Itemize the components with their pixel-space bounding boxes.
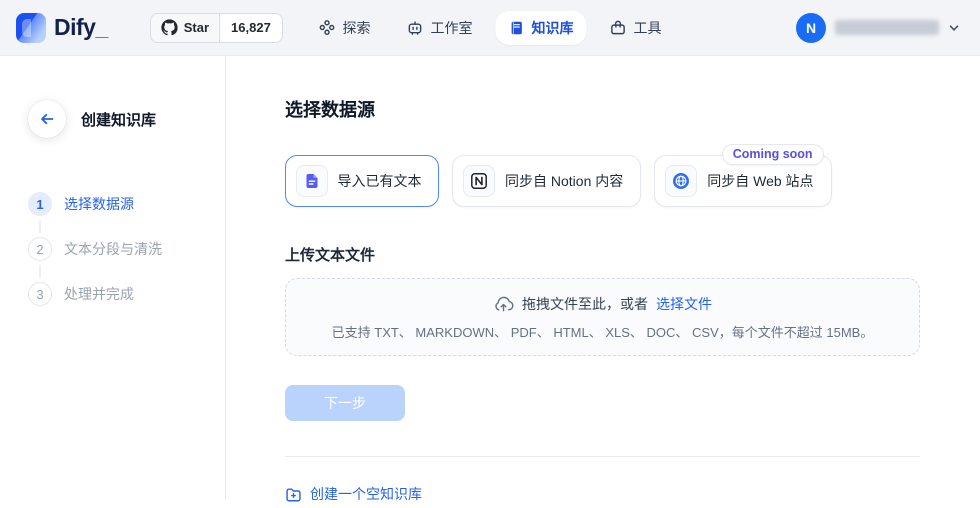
nav-label: 知识库 [531, 19, 574, 36]
icon-box [463, 165, 495, 197]
github-star-button[interactable]: Star [151, 13, 221, 42]
nav-item-knowledge[interactable]: 知识库 [495, 10, 587, 45]
step-item-2: 2 文本分段与清洗 [28, 237, 225, 261]
create-kb-sidebar: 创建知识库 1 选择数据源 2 文本分段与清洗 3 处理并完成 [0, 56, 226, 499]
step-number: 2 [28, 237, 52, 261]
dropzone-instruction: 拖拽文件至此，或者 选择文件 [493, 294, 712, 315]
knowledge-icon [509, 20, 525, 36]
chevron-down-icon [948, 22, 960, 34]
source-card-import-text[interactable]: 导入已有文本 [285, 155, 439, 207]
page-body: 创建知识库 1 选择数据源 2 文本分段与清洗 3 处理并完成 选择数据源 导入… [0, 56, 980, 502]
tools-icon [610, 19, 627, 36]
supported-formats-hint: 已支持 TXT、 MARKDOWN、 PDF、 HTML、 XLS、 DOC、 … [331, 324, 874, 340]
globe-icon [672, 172, 690, 190]
dify-app: Dify_ Star 16,827 探索 工作室 知识库 工具 N 创建知识库 … [0, 0, 980, 502]
step-item-3: 3 处理并完成 [28, 282, 225, 306]
source-card-label: 导入已有文本 [337, 173, 422, 189]
step-label: 文本分段与清洗 [64, 241, 162, 257]
step-number: 3 [28, 282, 52, 306]
main-nav: 探索 工作室 知识库 工具 [306, 10, 675, 45]
page-title: 创建知识库 [81, 111, 157, 129]
section-heading: 选择数据源 [285, 100, 375, 120]
github-icon [161, 19, 178, 36]
explore-icon [319, 19, 336, 36]
github-star-label: Star [183, 20, 210, 35]
step-connector [39, 220, 41, 233]
avatar[interactable]: N [796, 12, 826, 43]
browse-files-link[interactable]: 选择文件 [656, 294, 712, 314]
coming-soon-badge: Coming soon [721, 144, 824, 165]
nav-item-tools[interactable]: 工具 [597, 11, 675, 45]
section-divider [285, 456, 920, 457]
file-text-icon [303, 172, 321, 190]
account-menu[interactable]: N [796, 12, 964, 43]
back-button[interactable] [28, 100, 66, 138]
step-number: 1 [28, 192, 52, 216]
notion-icon [470, 172, 488, 190]
nav-item-explore[interactable]: 探索 [306, 11, 384, 45]
upload-section-label: 上传文本文件 [285, 247, 376, 264]
step-label: 处理并完成 [64, 286, 134, 302]
icon-box [295, 165, 328, 197]
studio-icon [407, 19, 424, 36]
dify-logo[interactable]: Dify_ [16, 12, 108, 43]
icon-box [665, 165, 698, 197]
data-source-options: 导入已有文本 同步自 Notion 内容 Coming soon 同步自 Web… [285, 144, 920, 207]
create-empty-kb-link[interactable]: 创建一个空知识库 [285, 484, 422, 504]
arrow-left-icon [38, 110, 56, 128]
step-item-1: 1 选择数据源 [28, 192, 225, 216]
source-card-web[interactable]: Coming soon 同步自 Web 站点 [654, 144, 832, 207]
github-star-badge[interactable]: Star 16,827 [149, 12, 283, 43]
file-dropzone[interactable]: 拖拽文件至此，或者 选择文件 已支持 TXT、 MARKDOWN、 PDF、 H… [285, 278, 920, 356]
step-connector [39, 265, 41, 278]
source-card-label: 同步自 Web 站点 [707, 173, 814, 189]
create-empty-kb-label: 创建一个空知识库 [310, 486, 422, 502]
nav-label: 工作室 [430, 19, 473, 36]
source-card-notion[interactable]: 同步自 Notion 内容 [452, 155, 642, 207]
next-step-button[interactable]: 下一步 [285, 385, 405, 421]
dify-logo-icon [16, 12, 46, 43]
top-header: Dify_ Star 16,827 探索 工作室 知识库 工具 N [0, 0, 980, 56]
folder-plus-icon [285, 486, 302, 503]
drop-text: 拖拽文件至此，或者 [522, 296, 648, 312]
nav-label: 工具 [633, 19, 662, 36]
step-label: 选择数据源 [64, 196, 134, 212]
source-card-label: 同步自 Notion 内容 [505, 173, 624, 189]
nav-label: 探索 [342, 19, 371, 36]
username-redacted [835, 20, 939, 35]
main-content: 选择数据源 导入已有文本 同步自 Notion 内容 Coming soon 同… [226, 56, 980, 502]
dify-logo-text: Dify_ [54, 14, 108, 40]
nav-item-studio[interactable]: 工作室 [394, 11, 486, 45]
github-star-count: 16,827 [220, 13, 282, 42]
cloud-upload-icon [493, 294, 514, 315]
step-list: 1 选择数据源 2 文本分段与清洗 3 处理并完成 [28, 192, 225, 306]
sidebar-header: 创建知识库 [28, 100, 225, 138]
